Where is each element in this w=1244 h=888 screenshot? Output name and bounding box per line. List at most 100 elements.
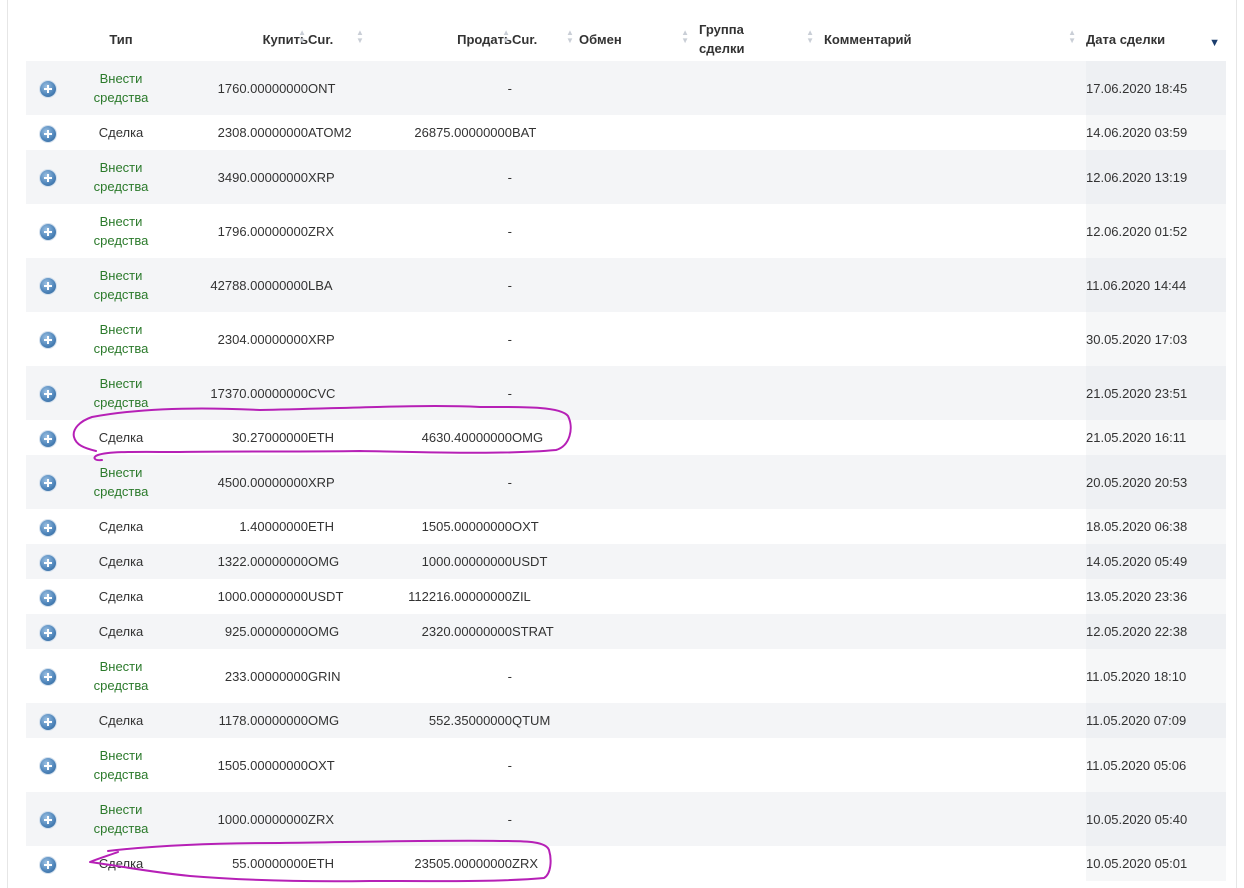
header-date[interactable]: Дата сделки ▼ [1086, 17, 1226, 61]
expand-plus-icon[interactable] [40, 624, 56, 641]
header-comment[interactable]: Комментарий ▲ ▼ [824, 17, 1086, 61]
panel-left-border [7, 0, 8, 888]
expand-plus-icon[interactable] [40, 332, 56, 349]
sort-icon[interactable]: ▲▼ [298, 29, 306, 45]
expand-plus-icon[interactable] [40, 554, 56, 571]
group-cell [699, 366, 824, 420]
expand-plus-icon[interactable] [40, 170, 56, 187]
group-cell [699, 420, 824, 455]
buy-currency: XRP [308, 455, 384, 509]
comment-cell [824, 544, 1086, 579]
table-row[interactable]: Сделка 1178.00000000 OMG 552.35000000 QTUM 11… [26, 703, 1226, 738]
sell-currency [512, 792, 579, 846]
type-label-line2: средства [93, 678, 149, 693]
header-group-line1: Группа [699, 22, 744, 37]
sell-amount: 552.35000000 [384, 703, 512, 738]
date-cell: 11.05.2020 18:10 [1086, 649, 1226, 703]
type-label: Сделка [98, 125, 144, 140]
group-cell [699, 150, 824, 204]
expand-cell [26, 792, 70, 846]
table-row[interactable]: Сделка 30.27000000 ETH 4630.40000000 OMG 21.0… [26, 420, 1226, 455]
header-sell-currency[interactable]: Cur. ▲ ▼ [512, 17, 579, 61]
exchange-cell [579, 312, 699, 366]
table-row[interactable]: Внести средства 1505.00000000 OXT - 11.05.202… [26, 738, 1226, 792]
table-row[interactable]: Внести средства 233.00000000 GRIN - 11.05.202… [26, 649, 1226, 703]
sell-currency: OXT [512, 509, 579, 544]
table-row[interactable]: Внести средства 3490.00000000 XRP - 12.06.202… [26, 150, 1226, 204]
sell-amount: 1505.00000000 [384, 509, 512, 544]
expand-plus-icon[interactable] [40, 856, 56, 873]
expand-plus-icon[interactable] [40, 430, 56, 447]
buy-amount: 4500.00000000 [172, 455, 308, 509]
header-exchange[interactable]: Обмен ▲ ▼ [579, 17, 699, 61]
table-row[interactable]: Внести средства 42788.00000000 LBA - 11.06.20… [26, 258, 1226, 312]
header-buy-currency[interactable]: Cur. ▲ ▼ [308, 17, 384, 61]
expand-plus-icon[interactable] [40, 589, 56, 606]
buy-currency: ETH [308, 509, 384, 544]
table-row[interactable]: Сделка 925.00000000 OMG 2320.00000000 STRAT 1… [26, 614, 1226, 649]
sort-icon[interactable]: ▲▼ [1068, 29, 1076, 45]
table-row[interactable]: Сделка 2308.00000000 ATOM2 26875.00000000 BA… [26, 115, 1226, 150]
exchange-cell [579, 420, 699, 455]
sort-icon[interactable]: ▲▼ [566, 29, 574, 45]
table-row[interactable]: Сделка 1.40000000 ETH 1505.00000000 OXT 18.05… [26, 509, 1226, 544]
sort-icon[interactable]: ▲▼ [356, 29, 364, 45]
expand-plus-icon[interactable] [40, 125, 56, 142]
expand-plus-icon[interactable] [40, 224, 56, 241]
header-sell[interactable]: Продать ▲ ▼ [384, 17, 512, 61]
type-label: Внести [99, 659, 143, 674]
comment-cell [824, 61, 1086, 115]
sort-icon[interactable]: ▲▼ [681, 29, 689, 45]
expand-plus-icon[interactable] [40, 669, 56, 686]
date-cell: 11.05.2020 05:06 [1086, 738, 1226, 792]
sell-currency [512, 366, 579, 420]
table-row[interactable]: Внести средства 1796.00000000 ZRX - 12.06.202… [26, 204, 1226, 258]
exchange-cell [579, 204, 699, 258]
header-group-label: Группа сделки [699, 20, 744, 58]
table-row[interactable]: Сделка 55.00000000 ETH 23505.00000000 ZRX 10.… [26, 846, 1226, 881]
group-cell [699, 649, 824, 703]
buy-currency: CVC [308, 366, 384, 420]
group-cell [699, 846, 824, 881]
header-group[interactable]: Группа сделки ▲ ▼ [699, 17, 824, 61]
table-row[interactable]: Внести средства 2304.00000000 XRP - 30.05.202… [26, 312, 1226, 366]
expand-plus-icon[interactable] [40, 713, 56, 730]
date-cell: 30.05.2020 17:03 [1086, 312, 1226, 366]
expand-plus-icon[interactable] [40, 475, 56, 492]
table-row[interactable]: Внести средства 1000.00000000 ZRX - 10.05.202… [26, 792, 1226, 846]
expand-plus-icon[interactable] [40, 519, 56, 536]
sell-amount: - [384, 150, 512, 204]
sell-currency: STRAT [512, 614, 579, 649]
expand-plus-icon[interactable] [40, 81, 56, 98]
table-row[interactable]: Внести средства 1760.00000000 ONT - 17.06.202… [26, 61, 1226, 115]
expand-plus-icon[interactable] [40, 758, 56, 775]
sell-amount: - [384, 312, 512, 366]
sort-icon[interactable]: ▲▼ [806, 29, 814, 45]
buy-currency: OXT [308, 738, 384, 792]
panel-right-border [1236, 0, 1237, 888]
expand-cell [26, 115, 70, 150]
expand-plus-icon[interactable] [40, 812, 56, 829]
header-type[interactable]: Тип ▲▼ [70, 17, 209, 61]
group-cell [699, 792, 824, 846]
sell-currency [512, 61, 579, 115]
buy-amount: 925.00000000 [172, 614, 308, 649]
expand-plus-icon[interactable] [40, 278, 56, 295]
date-cell: 12.06.2020 13:19 [1086, 150, 1226, 204]
type-label-line2: средства [93, 484, 149, 499]
expand-plus-icon[interactable] [40, 386, 56, 403]
sort-icon[interactable]: ▲▼ [502, 29, 510, 45]
table-row[interactable]: Сделка 1322.00000000 OMG 1000.00000000 USDT 1… [26, 544, 1226, 579]
sell-currency [512, 312, 579, 366]
table-row[interactable]: Внести средства 4500.00000000 XRP - 20.05.202… [26, 455, 1226, 509]
expand-cell [26, 509, 70, 544]
date-cell: 14.05.2020 05:49 [1086, 544, 1226, 579]
table-row[interactable]: Сделка 1000.00000000 USDT 112216.00000000 ZI… [26, 579, 1226, 614]
group-cell [699, 312, 824, 366]
type-label: Сделка [98, 856, 144, 871]
type-cell: Внести средства [70, 204, 172, 258]
buy-amount: 55.00000000 [172, 846, 308, 881]
header-buy[interactable]: Купить ▲ ▼ [172, 17, 308, 61]
sort-desc-icon[interactable]: ▼ [1209, 34, 1220, 53]
table-row[interactable]: Внести средства 17370.00000000 CVC - 21.05.20… [26, 366, 1226, 420]
